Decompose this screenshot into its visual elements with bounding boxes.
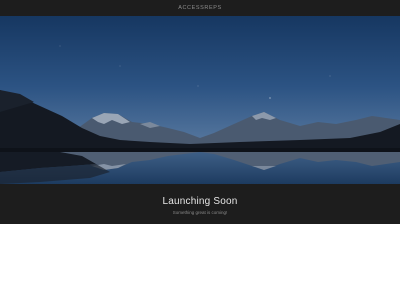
hero-image xyxy=(0,16,400,184)
launch-banner: Launching Soon Something great is coming… xyxy=(0,184,400,224)
page: ACCESSREPS Launching Soon Something grea… xyxy=(0,0,400,300)
page-background xyxy=(0,224,400,300)
launching-soon-heading: Launching Soon xyxy=(162,196,238,207)
mountain-lake-night-image xyxy=(0,16,400,184)
launch-subtitle: Something great is coming! xyxy=(172,210,228,215)
brand-name[interactable]: ACCESSREPS xyxy=(178,5,222,11)
top-bar: ACCESSREPS xyxy=(0,0,400,16)
